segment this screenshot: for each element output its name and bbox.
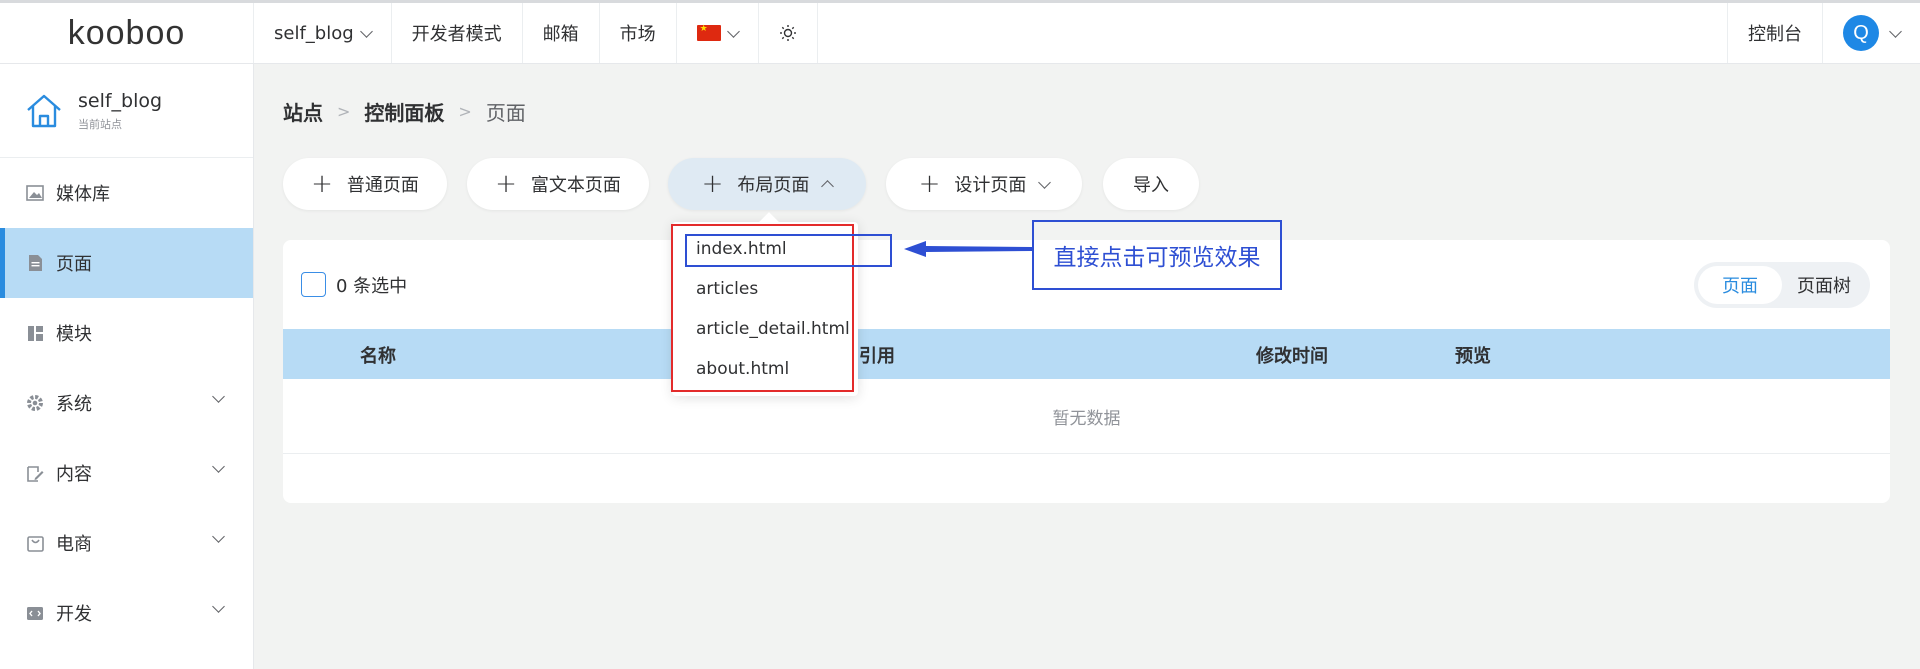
image-icon	[26, 184, 44, 202]
code-icon	[26, 604, 44, 622]
plus-icon: +	[918, 169, 941, 199]
sidebar-item-label: 页面	[56, 254, 92, 275]
empty-state: 暂无数据	[283, 379, 1890, 454]
logo[interactable]: kooboo	[0, 3, 254, 63]
sidebar: self_blog 当前站点 媒体库 页面 模块 系统 内容 电商 开发	[0, 64, 254, 669]
console-link[interactable]: 控制台	[1727, 3, 1822, 63]
sidebar-item-content[interactable]: 内容	[0, 438, 253, 508]
sidebar-item-commerce[interactable]: 电商	[0, 508, 253, 578]
new-rich-text-page-button[interactable]: + 富文本页面	[467, 158, 649, 210]
page-icon	[26, 254, 44, 272]
breadcrumb-site[interactable]: 站点	[283, 97, 323, 126]
chevron-right-icon: >	[458, 102, 472, 121]
table-header: 名称 引用 修改时间 预览	[283, 329, 1890, 379]
chevron-right-icon: >	[337, 102, 351, 121]
chevron-down-icon	[1038, 175, 1052, 189]
chevron-down-icon	[212, 530, 225, 543]
select-all-checkbox[interactable]	[301, 272, 326, 297]
top-nav: self_blog 开发者模式 邮箱 市场	[254, 3, 818, 63]
column-reference[interactable]: 引用	[859, 342, 895, 368]
chevron-up-icon	[821, 179, 835, 193]
chevron-down-icon	[726, 24, 740, 38]
top-bar: kooboo self_blog 开发者模式 邮箱 市场 控制台 Q	[0, 0, 1920, 64]
plus-icon: +	[495, 169, 517, 199]
sidebar-item-system[interactable]: 系统	[0, 368, 253, 438]
chevron-down-icon	[359, 24, 373, 38]
breadcrumb: 站点 > 控制面板 > 页面	[283, 97, 526, 126]
china-flag-icon	[696, 24, 721, 41]
chevron-down-icon	[212, 600, 225, 613]
column-name[interactable]: 名称	[360, 342, 396, 368]
annotation-callout: 直接点击可预览效果	[1032, 220, 1282, 290]
selected-count: 0 条选中	[336, 276, 408, 297]
module-icon	[26, 324, 44, 342]
new-normal-page-button[interactable]: + 普通页面	[283, 158, 447, 210]
sidebar-item-label: 内容	[56, 464, 92, 485]
breadcrumb-current: 页面	[485, 101, 526, 125]
view-page-option[interactable]: 页面	[1698, 266, 1782, 304]
edit-icon	[26, 464, 44, 482]
sun-icon	[779, 25, 796, 41]
button-label: 布局页面	[737, 175, 810, 196]
annotation-blue-box	[685, 234, 892, 267]
column-preview[interactable]: 预览	[1455, 342, 1491, 368]
site-name: self_blog	[78, 89, 163, 112]
theme-toggle[interactable]	[759, 3, 818, 63]
nav-market[interactable]: 市场	[600, 3, 677, 63]
plus-icon: +	[311, 169, 333, 199]
plus-icon: +	[701, 169, 724, 199]
sidebar-item-modules[interactable]: 模块	[0, 298, 253, 368]
sidebar-item-label: 模块	[56, 324, 92, 345]
avatar: Q	[1843, 15, 1879, 51]
nav-developer-mode[interactable]: 开发者模式	[392, 3, 523, 63]
current-site[interactable]: self_blog 当前站点	[0, 64, 253, 158]
sidebar-item-label: 电商	[56, 534, 92, 555]
shop-icon	[26, 534, 44, 552]
sidebar-item-pages[interactable]: 页面	[0, 228, 253, 298]
button-label: 设计页面	[954, 175, 1027, 196]
site-selector-label: self_blog	[274, 22, 354, 44]
column-modified[interactable]: 修改时间	[1256, 342, 1328, 368]
button-label: 普通页面	[346, 175, 419, 196]
view-toggle: 页面 页面树	[1694, 262, 1870, 308]
language-selector[interactable]	[677, 3, 759, 63]
sidebar-item-label: 开发	[56, 604, 92, 625]
sidebar-item-develop[interactable]: 开发	[0, 578, 253, 648]
sidebar-item-label: 媒体库	[56, 184, 110, 205]
chevron-down-icon	[1889, 24, 1902, 38]
new-layout-page-button[interactable]: + 布局页面	[668, 158, 866, 210]
home-icon	[27, 94, 61, 127]
chevron-down-icon	[212, 460, 225, 473]
site-subtitle: 当前站点	[78, 117, 122, 131]
import-button[interactable]: 导入	[1103, 158, 1199, 210]
sidebar-item-label: 系统	[56, 394, 92, 415]
chevron-down-icon	[212, 390, 225, 403]
user-menu[interactable]: Q	[1822, 3, 1920, 63]
gear-icon	[26, 394, 44, 412]
annotation-arrow	[904, 241, 1032, 257]
breadcrumb-dashboard[interactable]: 控制面板	[364, 97, 444, 126]
new-design-page-button[interactable]: + 设计页面	[886, 158, 1082, 210]
view-tree-option[interactable]: 页面树	[1782, 266, 1866, 304]
top-right: 控制台 Q	[1727, 3, 1920, 63]
button-label: 富文本页面	[530, 175, 621, 196]
button-label: 导入	[1133, 175, 1169, 196]
site-selector[interactable]: self_blog	[254, 3, 392, 63]
nav-mailbox[interactable]: 邮箱	[523, 3, 600, 63]
sidebar-item-media[interactable]: 媒体库	[0, 158, 253, 228]
